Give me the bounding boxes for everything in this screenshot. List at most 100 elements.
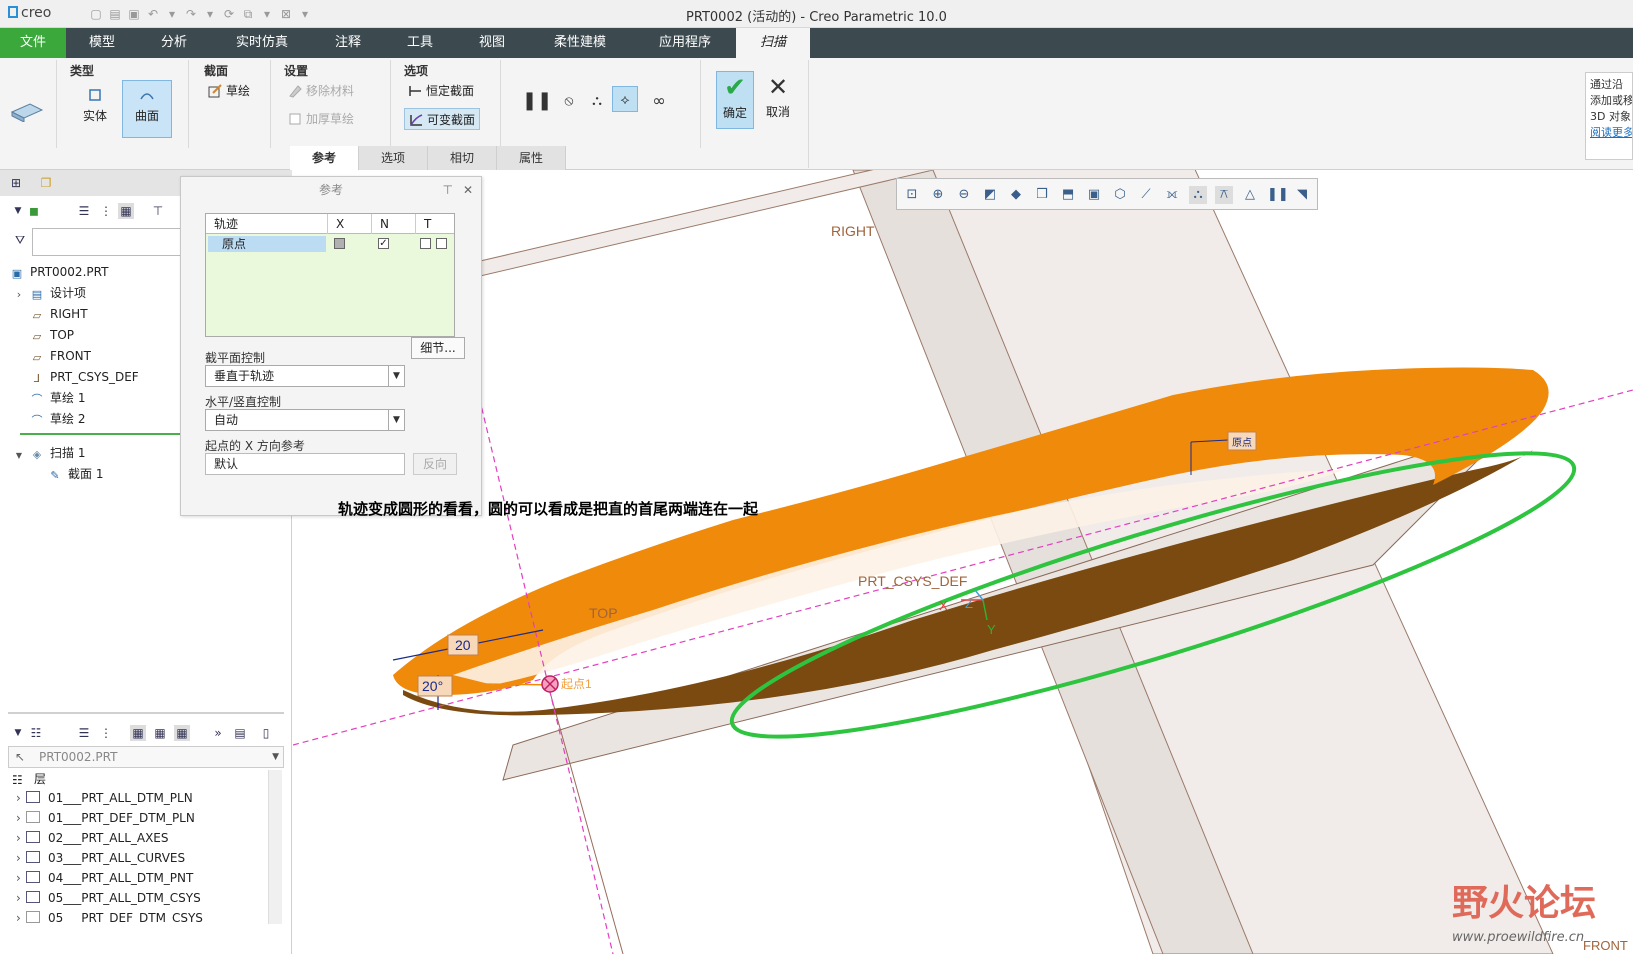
tree-item-right[interactable]: ▱ RIGHT [30,304,88,324]
graphics-window[interactable]: RIGHT TOP FRONT PRT_CSYS_DEF X Z Y 起点1 原… [293,170,1633,954]
layer-show-icon[interactable]: ▦ [174,725,190,741]
layer-item[interactable]: › 05___PRT_ALL_DTM_CSYS [16,888,201,908]
hidden-line-icon[interactable]: ◥ [1293,186,1311,204]
t-checkbox[interactable] [420,238,431,249]
tree-item-sketch2[interactable]: ⌒ 草绘 2 [30,409,86,429]
folder-browser-tab-icon[interactable]: ❐ [38,175,54,191]
x-reference-input[interactable]: 默认 [205,453,405,475]
pin-icon[interactable]: ⊤ [443,177,453,203]
collapse-arrow-icon[interactable]: ▼ [10,725,26,741]
undo-icon[interactable]: ↶ [145,6,161,22]
close-window-icon[interactable]: ⊠ [278,6,294,22]
tree-settings-icon[interactable]: ⋮ [98,203,114,219]
tab-file[interactable]: 文件 [0,28,66,58]
layer-item[interactable]: › 01___PRT_DEF_DTM_PLN [16,808,195,828]
solid-type-button[interactable]: 实体 [70,80,120,138]
table-row[interactable]: 原点 ✓ [206,234,454,254]
pause-regen-icon[interactable]: ❚❚ [1267,186,1289,204]
tab-annotate[interactable]: 注释 [316,28,380,58]
constant-section-button[interactable]: 恒定截面 [404,80,484,102]
annotation-display-icon[interactable]: ⟗ [1163,186,1181,204]
subtab-options[interactable]: 选项 [359,146,429,170]
undo-dropdown-icon[interactable]: ▾ [164,6,180,22]
n-checkbox[interactable]: ✓ [378,238,389,249]
read-more-link[interactable]: 阅读更多 [1590,125,1632,141]
tab-live-simulation[interactable]: 实时仿真 [222,28,302,58]
view-manager-icon[interactable]: ⬒ [1059,186,1077,204]
layer-properties-icon[interactable]: ▤ [232,725,248,741]
ok-button[interactable]: ✔ 确定 [716,71,754,129]
pause-icon[interactable]: ❚❚ [522,88,552,114]
layer-view-icon[interactable]: ▦ [130,725,146,741]
datum-display-icon[interactable]: ⟋ [1137,186,1155,204]
remove-material-button[interactable]: 移除材料 [284,80,374,102]
layer-item[interactable]: › 02___PRT_ALL_AXES [16,828,169,848]
tree-item-sweep[interactable]: ▼ ◈ 扫描 1 [14,443,86,463]
layer-settings-icon[interactable]: ⋮ [98,725,114,741]
spin-center-icon[interactable]: ⛬ [1189,186,1207,204]
section-view-icon[interactable]: ⬡ [1111,186,1129,204]
t-checkbox-2[interactable] [436,238,447,249]
repaint-icon[interactable]: ◩ [981,186,999,204]
verify-mode-glasses-icon[interactable]: ∞ [646,88,672,114]
sketch-button[interactable]: 草绘 [204,80,264,102]
tree-columns-icon[interactable]: ☰ [76,203,92,219]
new-file-icon[interactable]: ▢ [88,6,104,22]
tree-item-section[interactable]: ✎ 截面 1 [48,464,103,484]
section-plane-select[interactable]: 垂直于轨迹 ▼ [205,365,405,387]
customize-toolbar-icon[interactable]: ▾ [297,6,313,22]
layer-item[interactable]: › 03___PRT_ALL_CURVES [16,848,185,868]
tree-view-icon[interactable]: ▦ [118,203,134,219]
display-style-icon[interactable]: ◆ [1007,186,1025,204]
tab-flexible-modeling[interactable]: 柔性建模 [540,28,620,58]
windows-icon[interactable]: ⧉ [240,6,256,22]
layer-scrollbar[interactable] [268,770,282,924]
close-icon[interactable]: ✕ [463,177,473,203]
regenerate-icon[interactable]: ⟳ [221,6,237,22]
subtab-tangency[interactable]: 相切 [428,146,498,170]
layer-columns-icon[interactable]: ☰ [76,725,92,741]
tree-item-csys[interactable]: ⅃ PRT_CSYS_DEF [30,367,139,387]
trajectory-origin-cell[interactable]: 原点 [208,236,326,252]
cancel-button[interactable]: ✕ 取消 [758,71,798,129]
csys-display-icon[interactable]: △ [1241,186,1259,204]
layer-item[interactable]: › 05___PRT_DEF_DTM_CSYS [16,908,203,924]
panel-splitter[interactable] [8,712,284,714]
tree-item-front[interactable]: ▱ FRONT [30,346,91,366]
layers-icon[interactable]: ☷ [28,725,44,741]
layer-item[interactable]: › 01___PRT_ALL_DTM_PLN [16,788,193,808]
subtab-references[interactable]: 参考 [290,146,360,170]
saved-orientations-icon[interactable]: ❒ [1033,186,1051,204]
tree-root[interactable]: ▣ PRT0002.PRT [10,262,109,282]
tab-analysis[interactable]: 分析 [142,28,206,58]
tab-tools[interactable]: 工具 [388,28,452,58]
preview-geometry-icon[interactable]: ⟡ [612,86,638,112]
filter-funnel-icon[interactable]: ⛛ [12,232,28,248]
zoom-out-icon[interactable]: ⊖ [955,186,973,204]
redo-icon[interactable]: ↷ [183,6,199,22]
subtab-properties[interactable]: 属性 [497,146,567,170]
zoom-in-icon[interactable]: ⊕ [929,186,947,204]
x-checkbox[interactable] [334,238,345,249]
collapse-arrow-icon[interactable]: ▼ [10,203,26,219]
tab-view[interactable]: 视图 [460,28,524,58]
model-tree-tab-icon[interactable]: ⊞ [8,175,24,191]
redo-dropdown-icon[interactable]: ▾ [202,6,218,22]
more-tools-icon[interactable]: » [210,725,226,741]
model-cube-icon[interactable]: ◼ [26,203,42,219]
windows-dropdown-icon[interactable]: ▾ [259,6,275,22]
surface-type-button[interactable]: 曲面 [122,80,172,138]
layer-item[interactable]: › 04___PRT_ALL_DTM_PNT [16,868,193,888]
details-button[interactable]: 细节... [411,337,465,359]
datum-points-icon[interactable]: ⚻ [1215,186,1233,204]
variable-section-button[interactable]: 可变截面 [404,108,480,130]
tree-item-top[interactable]: ▱ TOP [30,325,74,345]
no-preview-icon[interactable]: ⦸ [556,88,582,114]
refit-icon[interactable]: ⊡ [903,186,921,204]
tab-applications[interactable]: 应用程序 [640,28,730,58]
model-tree-search-input[interactable] [32,228,182,256]
tab-sweep[interactable]: 扫描 [736,28,810,58]
thicken-sketch-button[interactable]: 加厚草绘 [284,108,374,130]
layer-hide-icon[interactable]: ▦ [152,725,168,741]
tree-item-sketch1[interactable]: ⌒ 草绘 1 [30,388,86,408]
